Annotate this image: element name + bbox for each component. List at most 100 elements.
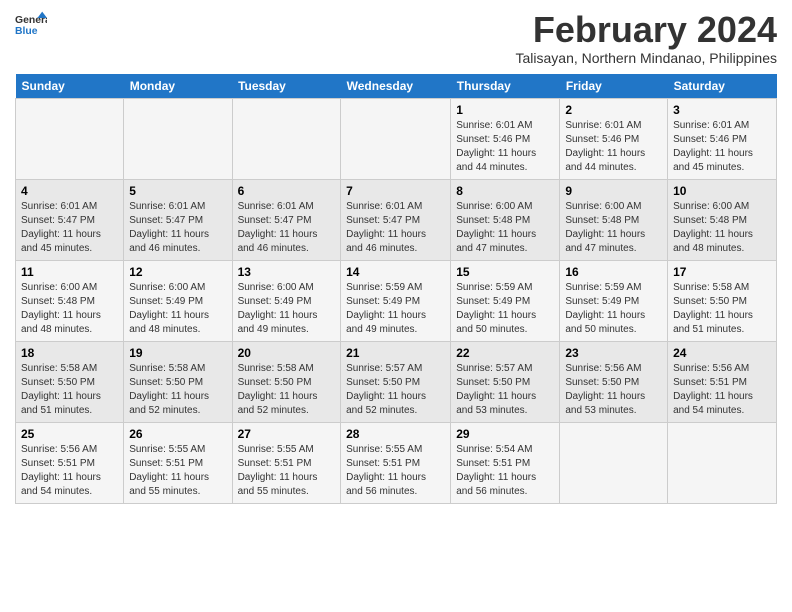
day-number: 5 xyxy=(129,184,226,198)
day-number: 29 xyxy=(456,427,554,441)
day-number: 7 xyxy=(346,184,445,198)
weekday-header-saturday: Saturday xyxy=(668,74,777,99)
day-number: 28 xyxy=(346,427,445,441)
day-number: 25 xyxy=(21,427,118,441)
week-row-4: 18 Sunrise: 5:58 AM Sunset: 5:50 PM Dayli… xyxy=(16,341,777,422)
day-number: 21 xyxy=(346,346,445,360)
day-number: 18 xyxy=(21,346,118,360)
calendar-cell: 5 Sunrise: 6:01 AM Sunset: 5:47 PM Daylig… xyxy=(124,179,232,260)
day-number: 14 xyxy=(346,265,445,279)
calendar-cell: 21 Sunrise: 5:57 AM Sunset: 5:50 PM Dayli… xyxy=(341,341,451,422)
day-info: Sunrise: 5:55 AM Sunset: 5:51 PM Dayligh… xyxy=(129,443,226,499)
day-number: 19 xyxy=(129,346,226,360)
logo-icon: General Blue xyxy=(15,10,47,38)
day-number: 6 xyxy=(238,184,336,198)
day-info: Sunrise: 5:54 AM Sunset: 5:51 PM Dayligh… xyxy=(456,443,554,499)
calendar-cell: 27 Sunrise: 5:55 AM Sunset: 5:51 PM Dayli… xyxy=(232,422,341,503)
calendar-cell: 26 Sunrise: 5:55 AM Sunset: 5:51 PM Dayli… xyxy=(124,422,232,503)
day-number: 20 xyxy=(238,346,336,360)
logo: General Blue xyxy=(15,10,47,38)
day-info: Sunrise: 5:57 AM Sunset: 5:50 PM Dayligh… xyxy=(456,362,554,418)
day-info: Sunrise: 6:01 AM Sunset: 5:46 PM Dayligh… xyxy=(565,119,662,175)
calendar-cell xyxy=(560,422,668,503)
weekday-header-sunday: Sunday xyxy=(16,74,124,99)
day-number: 4 xyxy=(21,184,118,198)
calendar-cell: 24 Sunrise: 5:56 AM Sunset: 5:51 PM Dayli… xyxy=(668,341,777,422)
day-number: 15 xyxy=(456,265,554,279)
day-info: Sunrise: 5:58 AM Sunset: 5:50 PM Dayligh… xyxy=(238,362,336,418)
day-info: Sunrise: 6:00 AM Sunset: 5:49 PM Dayligh… xyxy=(238,281,336,337)
calendar-cell: 15Sunrise: 5:59 AM Sunset: 5:49 PM Dayli… xyxy=(451,260,560,341)
day-number: 8 xyxy=(456,184,554,198)
day-number: 1 xyxy=(456,103,554,117)
day-info: Sunrise: 5:55 AM Sunset: 5:51 PM Dayligh… xyxy=(346,443,445,499)
day-number: 24 xyxy=(673,346,771,360)
day-number: 2 xyxy=(565,103,662,117)
location: Talisayan, Northern Mindanao, Philippine… xyxy=(516,50,777,66)
day-info: Sunrise: 6:01 AM Sunset: 5:47 PM Dayligh… xyxy=(346,200,445,256)
calendar-cell: 18 Sunrise: 5:58 AM Sunset: 5:50 PM Dayli… xyxy=(16,341,124,422)
calendar-cell: 17Sunrise: 5:58 AM Sunset: 5:50 PM Dayli… xyxy=(668,260,777,341)
day-info: Sunrise: 5:58 AM Sunset: 5:50 PM Dayligh… xyxy=(129,362,226,418)
day-info: Sunrise: 5:59 AM Sunset: 5:49 PM Dayligh… xyxy=(346,281,445,337)
day-info: Sunrise: 5:59 AM Sunset: 5:49 PM Dayligh… xyxy=(565,281,662,337)
day-info: Sunrise: 6:01 AM Sunset: 5:47 PM Dayligh… xyxy=(129,200,226,256)
weekday-header-tuesday: Tuesday xyxy=(232,74,341,99)
day-number: 26 xyxy=(129,427,226,441)
day-number: 3 xyxy=(673,103,771,117)
day-info: Sunrise: 6:00 AM Sunset: 5:48 PM Dayligh… xyxy=(565,200,662,256)
calendar-cell: 28 Sunrise: 5:55 AM Sunset: 5:51 PM Dayli… xyxy=(341,422,451,503)
day-info: Sunrise: 5:57 AM Sunset: 5:50 PM Dayligh… xyxy=(346,362,445,418)
calendar-cell: 9 Sunrise: 6:00 AM Sunset: 5:48 PM Daylig… xyxy=(560,179,668,260)
week-row-2: 4 Sunrise: 6:01 AM Sunset: 5:47 PM Daylig… xyxy=(16,179,777,260)
day-info: Sunrise: 5:58 AM Sunset: 5:50 PM Dayligh… xyxy=(21,362,118,418)
weekday-header-thursday: Thursday xyxy=(451,74,560,99)
day-number: 13 xyxy=(238,265,336,279)
calendar-cell: 6Sunrise: 6:01 AM Sunset: 5:47 PM Daylig… xyxy=(232,179,341,260)
calendar-cell xyxy=(16,98,124,179)
day-info: Sunrise: 6:01 AM Sunset: 5:47 PM Dayligh… xyxy=(21,200,118,256)
calendar-cell: 23 Sunrise: 5:56 AM Sunset: 5:50 PM Dayli… xyxy=(560,341,668,422)
calendar-cell xyxy=(341,98,451,179)
day-number: 16 xyxy=(565,265,662,279)
calendar-cell: 2 Sunrise: 6:01 AM Sunset: 5:46 PM Daylig… xyxy=(560,98,668,179)
month-year: February 2024 xyxy=(516,10,777,50)
weekday-header-monday: Monday xyxy=(124,74,232,99)
week-row-3: 11 Sunrise: 6:00 AM Sunset: 5:48 PM Dayli… xyxy=(16,260,777,341)
day-info: Sunrise: 6:01 AM Sunset: 5:46 PM Dayligh… xyxy=(673,119,771,175)
title-block: February 2024 Talisayan, Northern Mindan… xyxy=(516,10,777,66)
day-info: Sunrise: 6:01 AM Sunset: 5:46 PM Dayligh… xyxy=(456,119,554,175)
day-number: 23 xyxy=(565,346,662,360)
weekday-header-wednesday: Wednesday xyxy=(341,74,451,99)
page-header: General Blue February 2024 Talisayan, No… xyxy=(15,10,777,66)
weekday-header-row: SundayMondayTuesdayWednesdayThursdayFrid… xyxy=(16,74,777,99)
day-number: 9 xyxy=(565,184,662,198)
week-row-5: 25Sunrise: 5:56 AM Sunset: 5:51 PM Dayli… xyxy=(16,422,777,503)
calendar-cell: 20 Sunrise: 5:58 AM Sunset: 5:50 PM Dayli… xyxy=(232,341,341,422)
weekday-header-friday: Friday xyxy=(560,74,668,99)
day-info: Sunrise: 5:56 AM Sunset: 5:50 PM Dayligh… xyxy=(565,362,662,418)
calendar-cell: 29 Sunrise: 5:54 AM Sunset: 5:51 PM Dayli… xyxy=(451,422,560,503)
calendar-cell: 16 Sunrise: 5:59 AM Sunset: 5:49 PM Dayli… xyxy=(560,260,668,341)
day-info: Sunrise: 6:00 AM Sunset: 5:49 PM Dayligh… xyxy=(129,281,226,337)
calendar-cell: 22 Sunrise: 5:57 AM Sunset: 5:50 PM Dayli… xyxy=(451,341,560,422)
calendar-cell: 11 Sunrise: 6:00 AM Sunset: 5:48 PM Dayli… xyxy=(16,260,124,341)
day-number: 10 xyxy=(673,184,771,198)
day-info: Sunrise: 5:56 AM Sunset: 5:51 PM Dayligh… xyxy=(673,362,771,418)
calendar-cell xyxy=(124,98,232,179)
svg-text:Blue: Blue xyxy=(15,26,38,37)
week-row-1: 1 Sunrise: 6:01 AM Sunset: 5:46 PM Daylig… xyxy=(16,98,777,179)
calendar-cell xyxy=(668,422,777,503)
day-number: 11 xyxy=(21,265,118,279)
day-number: 12 xyxy=(129,265,226,279)
calendar-cell xyxy=(232,98,341,179)
calendar-cell: 7 Sunrise: 6:01 AM Sunset: 5:47 PM Daylig… xyxy=(341,179,451,260)
calendar-cell: 12 Sunrise: 6:00 AM Sunset: 5:49 PM Dayli… xyxy=(124,260,232,341)
calendar-cell: 14 Sunrise: 5:59 AM Sunset: 5:49 PM Dayli… xyxy=(341,260,451,341)
calendar-cell: 1 Sunrise: 6:01 AM Sunset: 5:46 PM Daylig… xyxy=(451,98,560,179)
day-number: 27 xyxy=(238,427,336,441)
day-info: Sunrise: 6:00 AM Sunset: 5:48 PM Dayligh… xyxy=(21,281,118,337)
calendar-cell: 13 Sunrise: 6:00 AM Sunset: 5:49 PM Dayli… xyxy=(232,260,341,341)
day-number: 22 xyxy=(456,346,554,360)
day-info: Sunrise: 5:55 AM Sunset: 5:51 PM Dayligh… xyxy=(238,443,336,499)
